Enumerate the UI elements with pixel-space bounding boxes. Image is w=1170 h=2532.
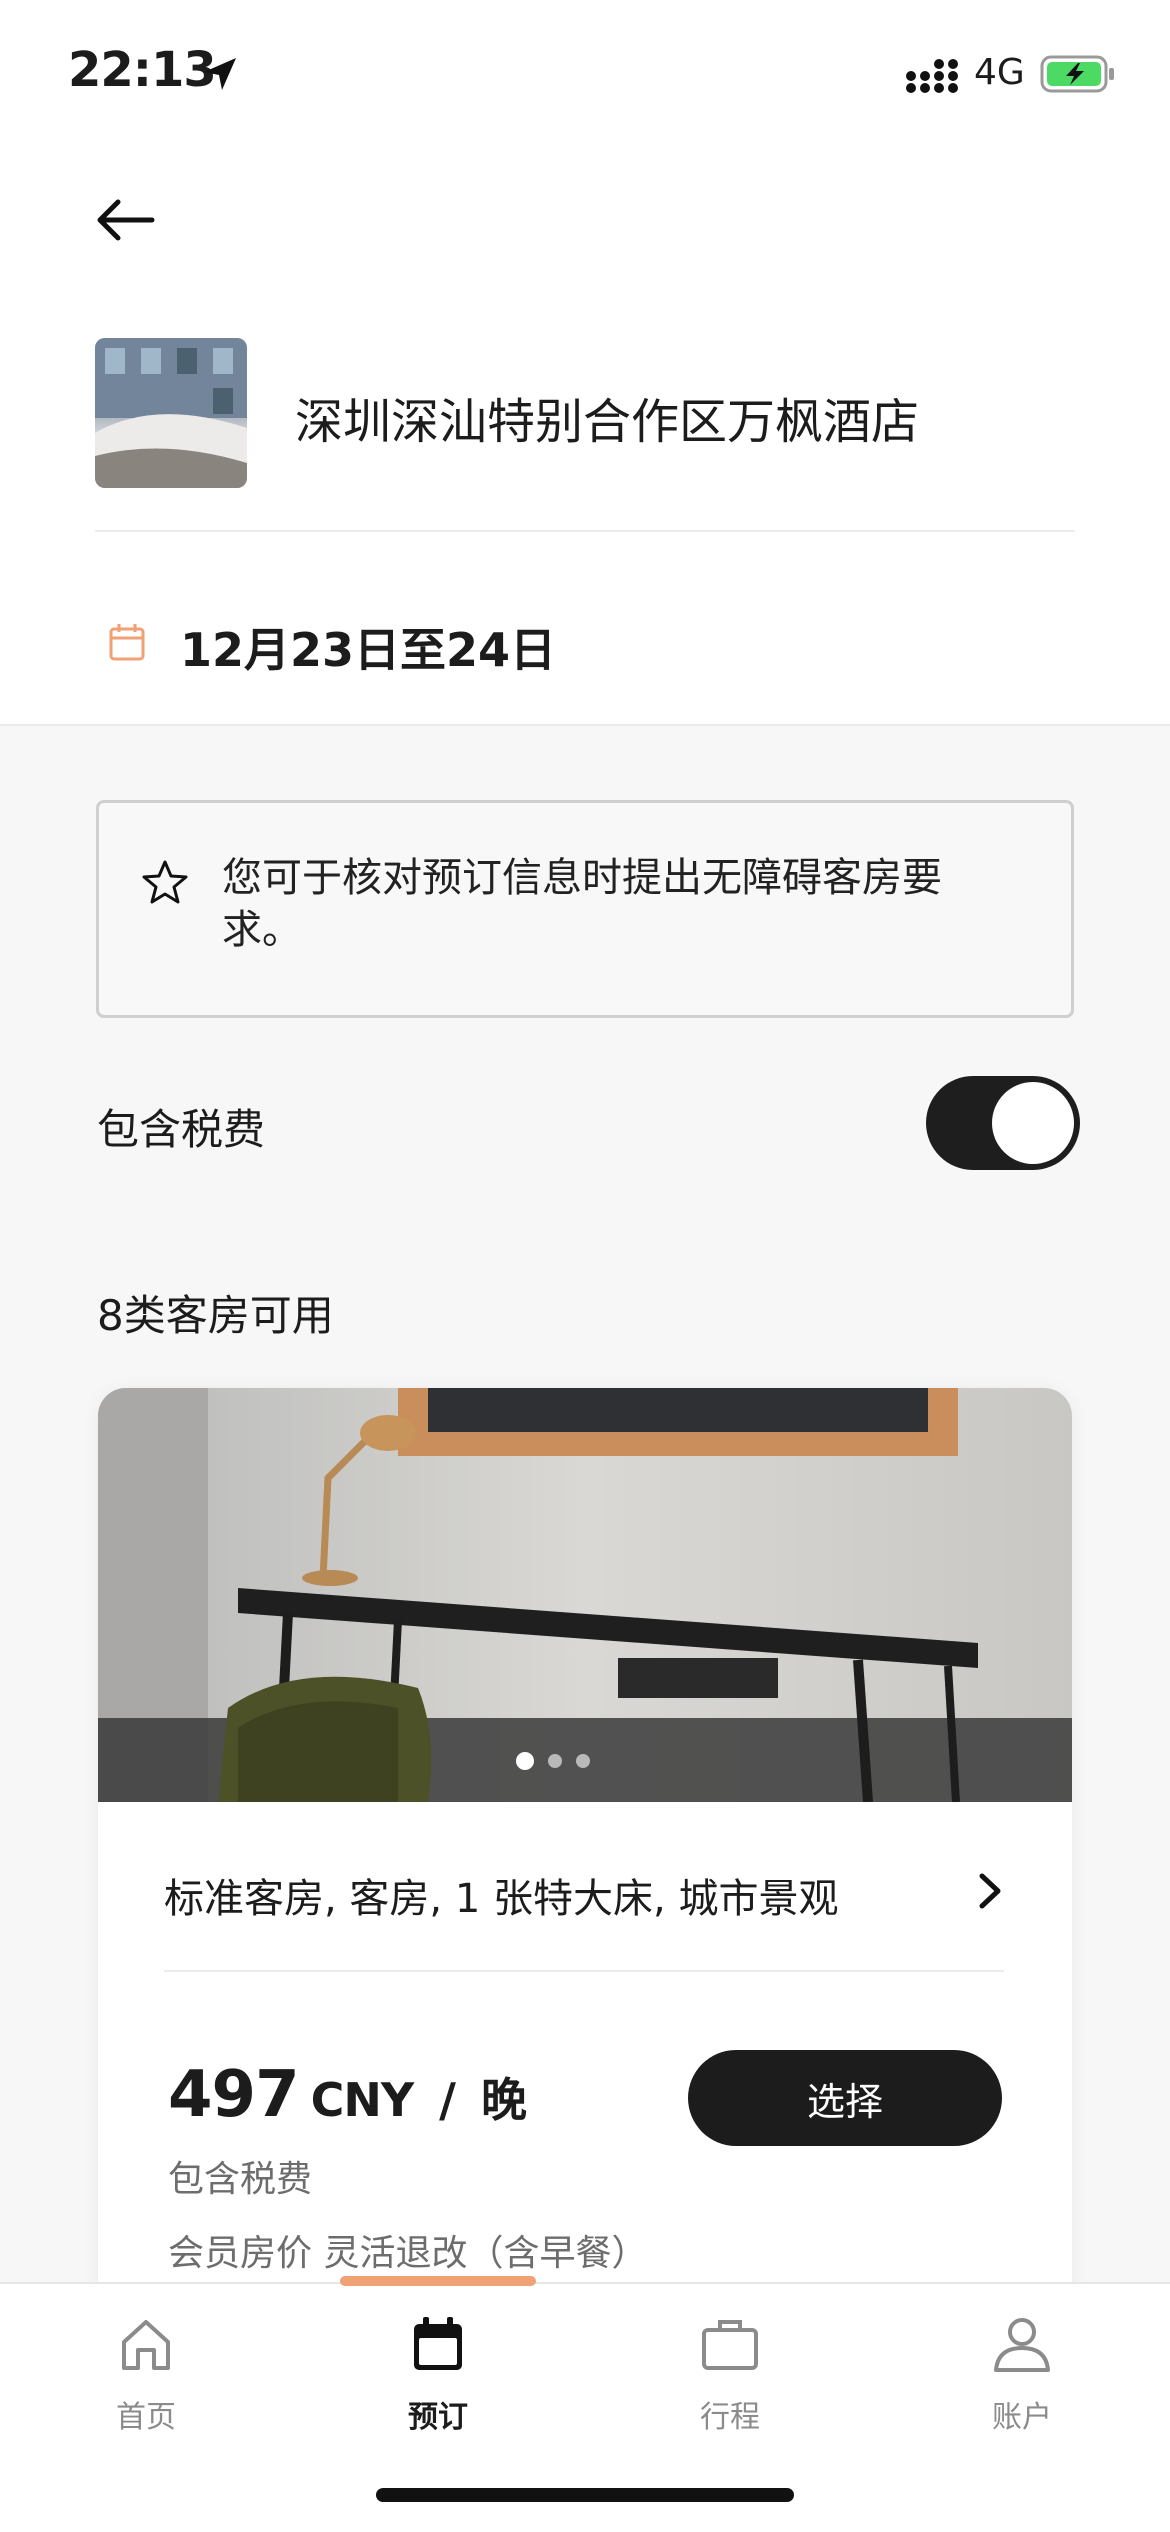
- room-photo-carousel[interactable]: [98, 1388, 1072, 1802]
- room-card: 标准客房, 客房, 1 张特大床, 城市景观 497 CNY / 晚 包含税费 会员房…: [98, 1388, 1072, 2438]
- hotel-name: 深圳深汕特别合作区万枫酒店: [295, 394, 920, 450]
- toggle-knob: [992, 1082, 1074, 1164]
- home-icon: [122, 2320, 170, 2370]
- person-icon: [994, 2318, 1050, 2372]
- tab-trips[interactable]: 行程: [640, 2314, 820, 2436]
- price-separator: /: [439, 2073, 456, 2127]
- tab-label: 行程: [700, 2400, 760, 2435]
- back-arrow-icon[interactable]: [88, 190, 168, 250]
- cellular-signal-icon: [906, 59, 958, 93]
- location-arrow-icon: [204, 58, 236, 90]
- divider: [95, 530, 1075, 532]
- briefcase-icon: [702, 2320, 758, 2370]
- tab-label: 预订: [408, 2400, 468, 2435]
- tab-home[interactable]: 首页: [56, 2314, 236, 2436]
- room-price: 497 CNY / 晚: [168, 2058, 527, 2132]
- rate-description: 会员房价 灵活退改（含早餐）: [168, 2233, 648, 2274]
- status-time: 22:13: [68, 42, 217, 98]
- price-tax-note: 包含税费: [168, 2159, 313, 2200]
- network-type: 4G: [974, 52, 1025, 93]
- tab-label: 账户: [992, 2400, 1052, 2435]
- carousel-dots: [516, 1752, 604, 1772]
- carousel-dot: [576, 1754, 590, 1768]
- hotel-thumbnail: [95, 338, 247, 488]
- rooms-available-count: 8类客房可用: [97, 1291, 334, 1340]
- include-tax-toggle[interactable]: [926, 1076, 1080, 1170]
- room-name[interactable]: 标准客房, 客房, 1 张特大床, 城市景观: [164, 1866, 838, 1924]
- calendar-icon: [109, 624, 145, 661]
- tab-booking[interactable]: 预订: [348, 2314, 528, 2436]
- price-unit: 晚: [480, 2073, 527, 2127]
- select-room-button[interactable]: 选择: [688, 2050, 1002, 2146]
- tab-label: 首页: [116, 2400, 176, 2435]
- chevron-right-icon[interactable]: [970, 1866, 1010, 1916]
- active-tab-indicator: [340, 2276, 536, 2286]
- price-amount: 497: [168, 2058, 300, 2132]
- carousel-dot: [548, 1754, 562, 1768]
- carousel-dot: [516, 1752, 534, 1770]
- notice-text: 您可于核对预订信息时提出无障碍客房要求。: [222, 855, 942, 953]
- include-tax-label: 包含税费: [97, 1105, 266, 1154]
- star-icon: [142, 860, 188, 904]
- stay-dates[interactable]: 12月23日至24日: [180, 614, 556, 680]
- tab-account[interactable]: 账户: [932, 2314, 1112, 2436]
- calendar-icon: [414, 2317, 462, 2370]
- home-indicator[interactable]: [376, 2488, 794, 2502]
- battery-charging-icon: [1040, 55, 1114, 93]
- price-currency: CNY: [310, 2073, 415, 2127]
- divider: [164, 1970, 1004, 1972]
